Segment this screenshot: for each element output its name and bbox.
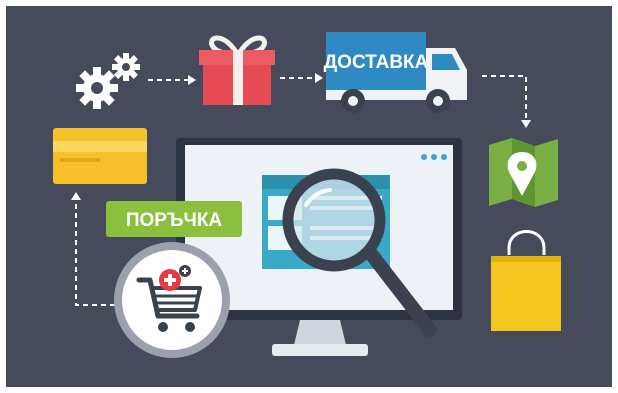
order-label: ПОРЪЧКА (126, 210, 223, 231)
ecommerce-process-illustration: ДОСТАВКА ПОРЪЧКА (6, 6, 612, 387)
credit-card-icon (53, 128, 147, 184)
shopping-cart-icon (114, 242, 230, 358)
map-pin-icon (489, 138, 558, 207)
delivery-label: ДОСТАВКА (324, 52, 429, 73)
order-tag: ПОРЪЧКА (106, 201, 242, 237)
